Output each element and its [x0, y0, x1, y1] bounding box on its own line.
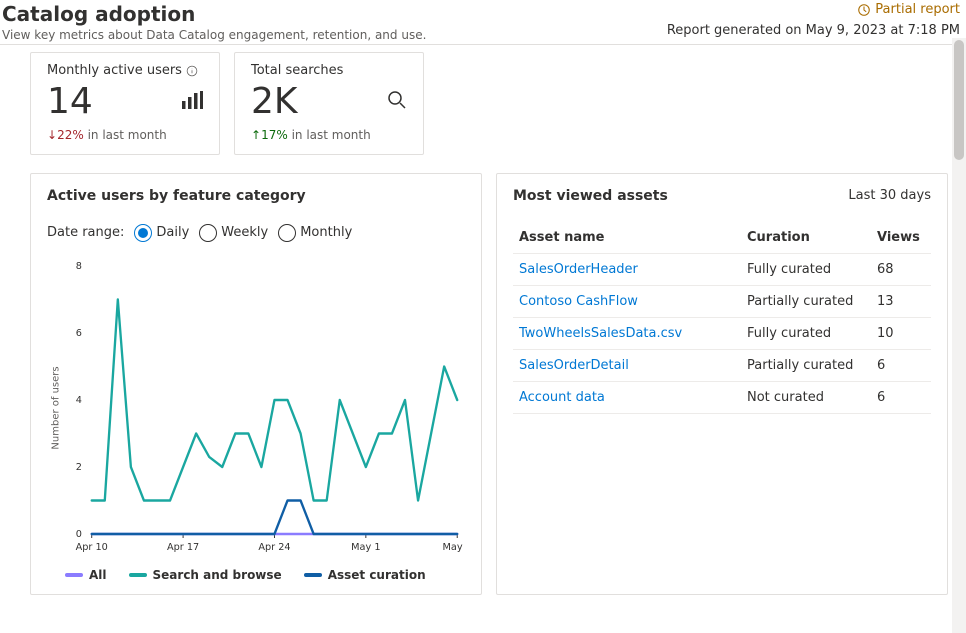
kpi-mau-trend: ↓22% in last month — [47, 128, 203, 142]
asset-views: 6 — [871, 349, 931, 381]
legend-curation: Asset curation — [328, 568, 426, 582]
kpi-mau-value: 14 — [47, 82, 93, 122]
asset-link[interactable]: Contoso CashFlow — [513, 285, 741, 317]
svg-text:0: 0 — [76, 528, 82, 539]
svg-text:4: 4 — [76, 394, 82, 405]
legend-swatch-all — [65, 573, 83, 577]
scrollbar-thumb[interactable] — [954, 40, 964, 160]
range-label: Date range: — [47, 225, 124, 240]
col-curation[interactable]: Curation — [741, 222, 871, 254]
asset-curation: Fully curated — [741, 317, 871, 349]
kpi-row: Monthly active users 14 ↓22% in last mon… — [30, 52, 948, 155]
table-row: Contoso CashFlowPartially curated13 — [513, 285, 931, 317]
table-row: SalesOrderHeaderFully curated68 — [513, 253, 931, 285]
partial-report-label: Partial report — [875, 2, 960, 17]
clock-warning-icon — [857, 3, 871, 17]
radio-weekly[interactable]: Weekly — [199, 224, 268, 242]
legend-search: Search and browse — [153, 568, 282, 582]
radio-daily[interactable]: Daily — [134, 224, 189, 242]
panel-assets-title: Most viewed assets — [513, 188, 668, 204]
report-generated: Report generated on May 9, 2023 at 7:18 … — [667, 23, 960, 38]
content-area: Monthly active users 14 ↓22% in last mon… — [0, 38, 966, 633]
asset-link[interactable]: TwoWheelsSalesData.csv — [513, 317, 741, 349]
asset-link[interactable]: Account data — [513, 381, 741, 413]
asset-views: 6 — [871, 381, 931, 413]
legend-swatch-search — [129, 573, 147, 577]
partial-report-badge: Partial report — [857, 2, 960, 17]
svg-text:May 8: May 8 — [443, 541, 465, 552]
svg-text:Apr 24: Apr 24 — [258, 541, 290, 552]
scrollbar[interactable] — [952, 38, 966, 633]
search-icon — [387, 90, 407, 114]
kpi-searches-trend: ↑17% in last month — [251, 128, 407, 142]
col-views[interactable]: Views — [871, 222, 931, 254]
date-range-row: Date range: Daily Weekly Monthly — [47, 224, 465, 242]
asset-curation: Partially curated — [741, 285, 871, 317]
legend-swatch-curation — [304, 573, 322, 577]
svg-text:Number of users: Number of users — [51, 366, 62, 449]
asset-views: 68 — [871, 253, 931, 285]
svg-text:2: 2 — [76, 461, 82, 472]
table-row: SalesOrderDetailPartially curated6 — [513, 349, 931, 381]
col-asset-name[interactable]: Asset name — [513, 222, 741, 254]
asset-views: 10 — [871, 317, 931, 349]
asset-link[interactable]: SalesOrderHeader — [513, 253, 741, 285]
page-title: Catalog adoption — [2, 2, 667, 26]
asset-link[interactable]: SalesOrderDetail — [513, 349, 741, 381]
kpi-searches-value: 2K — [251, 82, 298, 122]
info-icon[interactable] — [186, 65, 198, 77]
radio-monthly[interactable]: Monthly — [278, 224, 352, 242]
table-row: TwoWheelsSalesData.csvFully curated10 — [513, 317, 931, 349]
arrow-down-icon: ↓ — [47, 128, 57, 142]
asset-curation: Fully curated — [741, 253, 871, 285]
line-chart[interactable]: 0 2 4 6 8 Number of users Apr 10 Apr 17 Apr 24 Ma… — [47, 258, 465, 558]
svg-text:Apr 17: Apr 17 — [167, 541, 199, 552]
svg-text:6: 6 — [76, 327, 82, 338]
svg-text:8: 8 — [76, 260, 82, 271]
panel-most-viewed: Most viewed assets Last 30 days Asset na… — [496, 173, 948, 595]
legend-all: All — [89, 568, 107, 582]
asset-curation: Partially curated — [741, 349, 871, 381]
kpi-mau-title: Monthly active users — [47, 63, 182, 78]
asset-views: 13 — [871, 285, 931, 317]
arrow-up-icon: ↑ — [251, 128, 261, 142]
panel-active-users-chart: Active users by feature category Date ra… — [30, 173, 482, 595]
svg-text:May 1: May 1 — [351, 541, 380, 552]
panel-assets-range: Last 30 days — [848, 188, 931, 203]
kpi-searches-title: Total searches — [251, 63, 343, 78]
svg-text:Apr 10: Apr 10 — [76, 541, 108, 552]
assets-table: Asset name Curation Views SalesOrderHead… — [513, 222, 931, 414]
kpi-searches[interactable]: Total searches 2K ↑17% in last month — [234, 52, 424, 155]
bar-chart-icon — [181, 91, 203, 113]
chart-legend: All Search and browse Asset curation — [47, 568, 465, 582]
kpi-mau[interactable]: Monthly active users 14 ↓22% in last mon… — [30, 52, 220, 155]
panel-chart-title: Active users by feature category — [47, 188, 465, 204]
table-row: Account dataNot curated6 — [513, 381, 931, 413]
asset-curation: Not curated — [741, 381, 871, 413]
